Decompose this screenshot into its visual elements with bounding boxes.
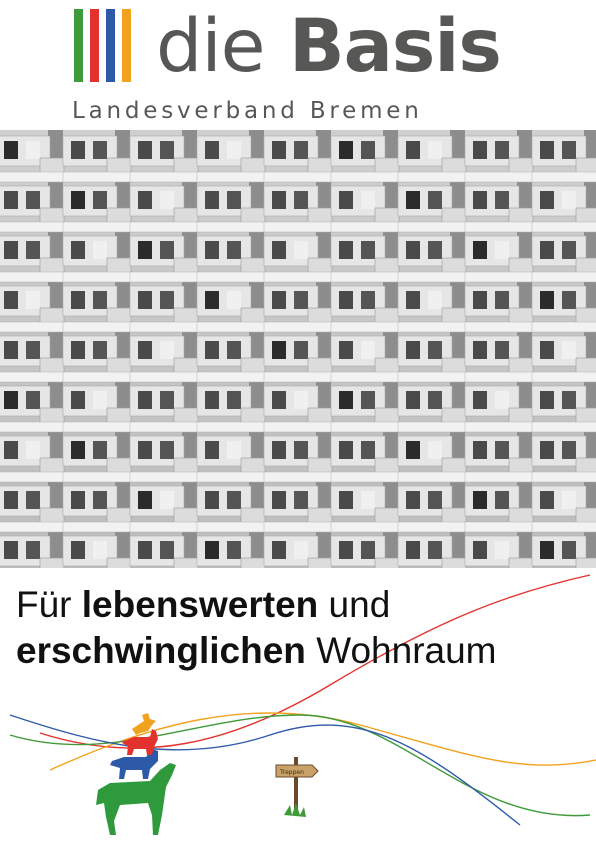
logo-subtitle: Landesverband Bremen [72, 98, 423, 124]
bremen-town-musicians-icon [96, 713, 176, 835]
logo-stripe-orange [122, 9, 131, 82]
headline-word-wohnraum: Wohnraum [316, 630, 497, 671]
apartment-block-photo [0, 130, 596, 568]
wave-blue [9, 714, 521, 826]
logo-word-die: die [156, 4, 266, 89]
headline-word-erschwinglichen: erschwinglichen [16, 630, 306, 671]
headline-word-und: und [328, 584, 391, 625]
headline-line-1: Für lebenswerten und [16, 582, 586, 628]
logo-word-basis: Basis [289, 4, 502, 89]
logo-stripe-green [74, 9, 83, 82]
party-logo: die Basis Landesverband Bremen [0, 0, 596, 130]
signpost-icon: Treppen [275, 757, 319, 817]
logo-stripe-red [90, 9, 99, 82]
headline-line-2: erschwinglichen Wohnraum [16, 628, 586, 674]
logo-stripe-blue [106, 9, 115, 82]
signpost-label: Treppen [279, 769, 304, 776]
logo-stripes [74, 9, 144, 82]
headline: Für lebenswerten und erschwinglichen Woh… [16, 582, 586, 674]
headline-word-lebenswerten: lebenswerten [81, 584, 319, 625]
headline-word-fuer: Für [16, 584, 72, 625]
